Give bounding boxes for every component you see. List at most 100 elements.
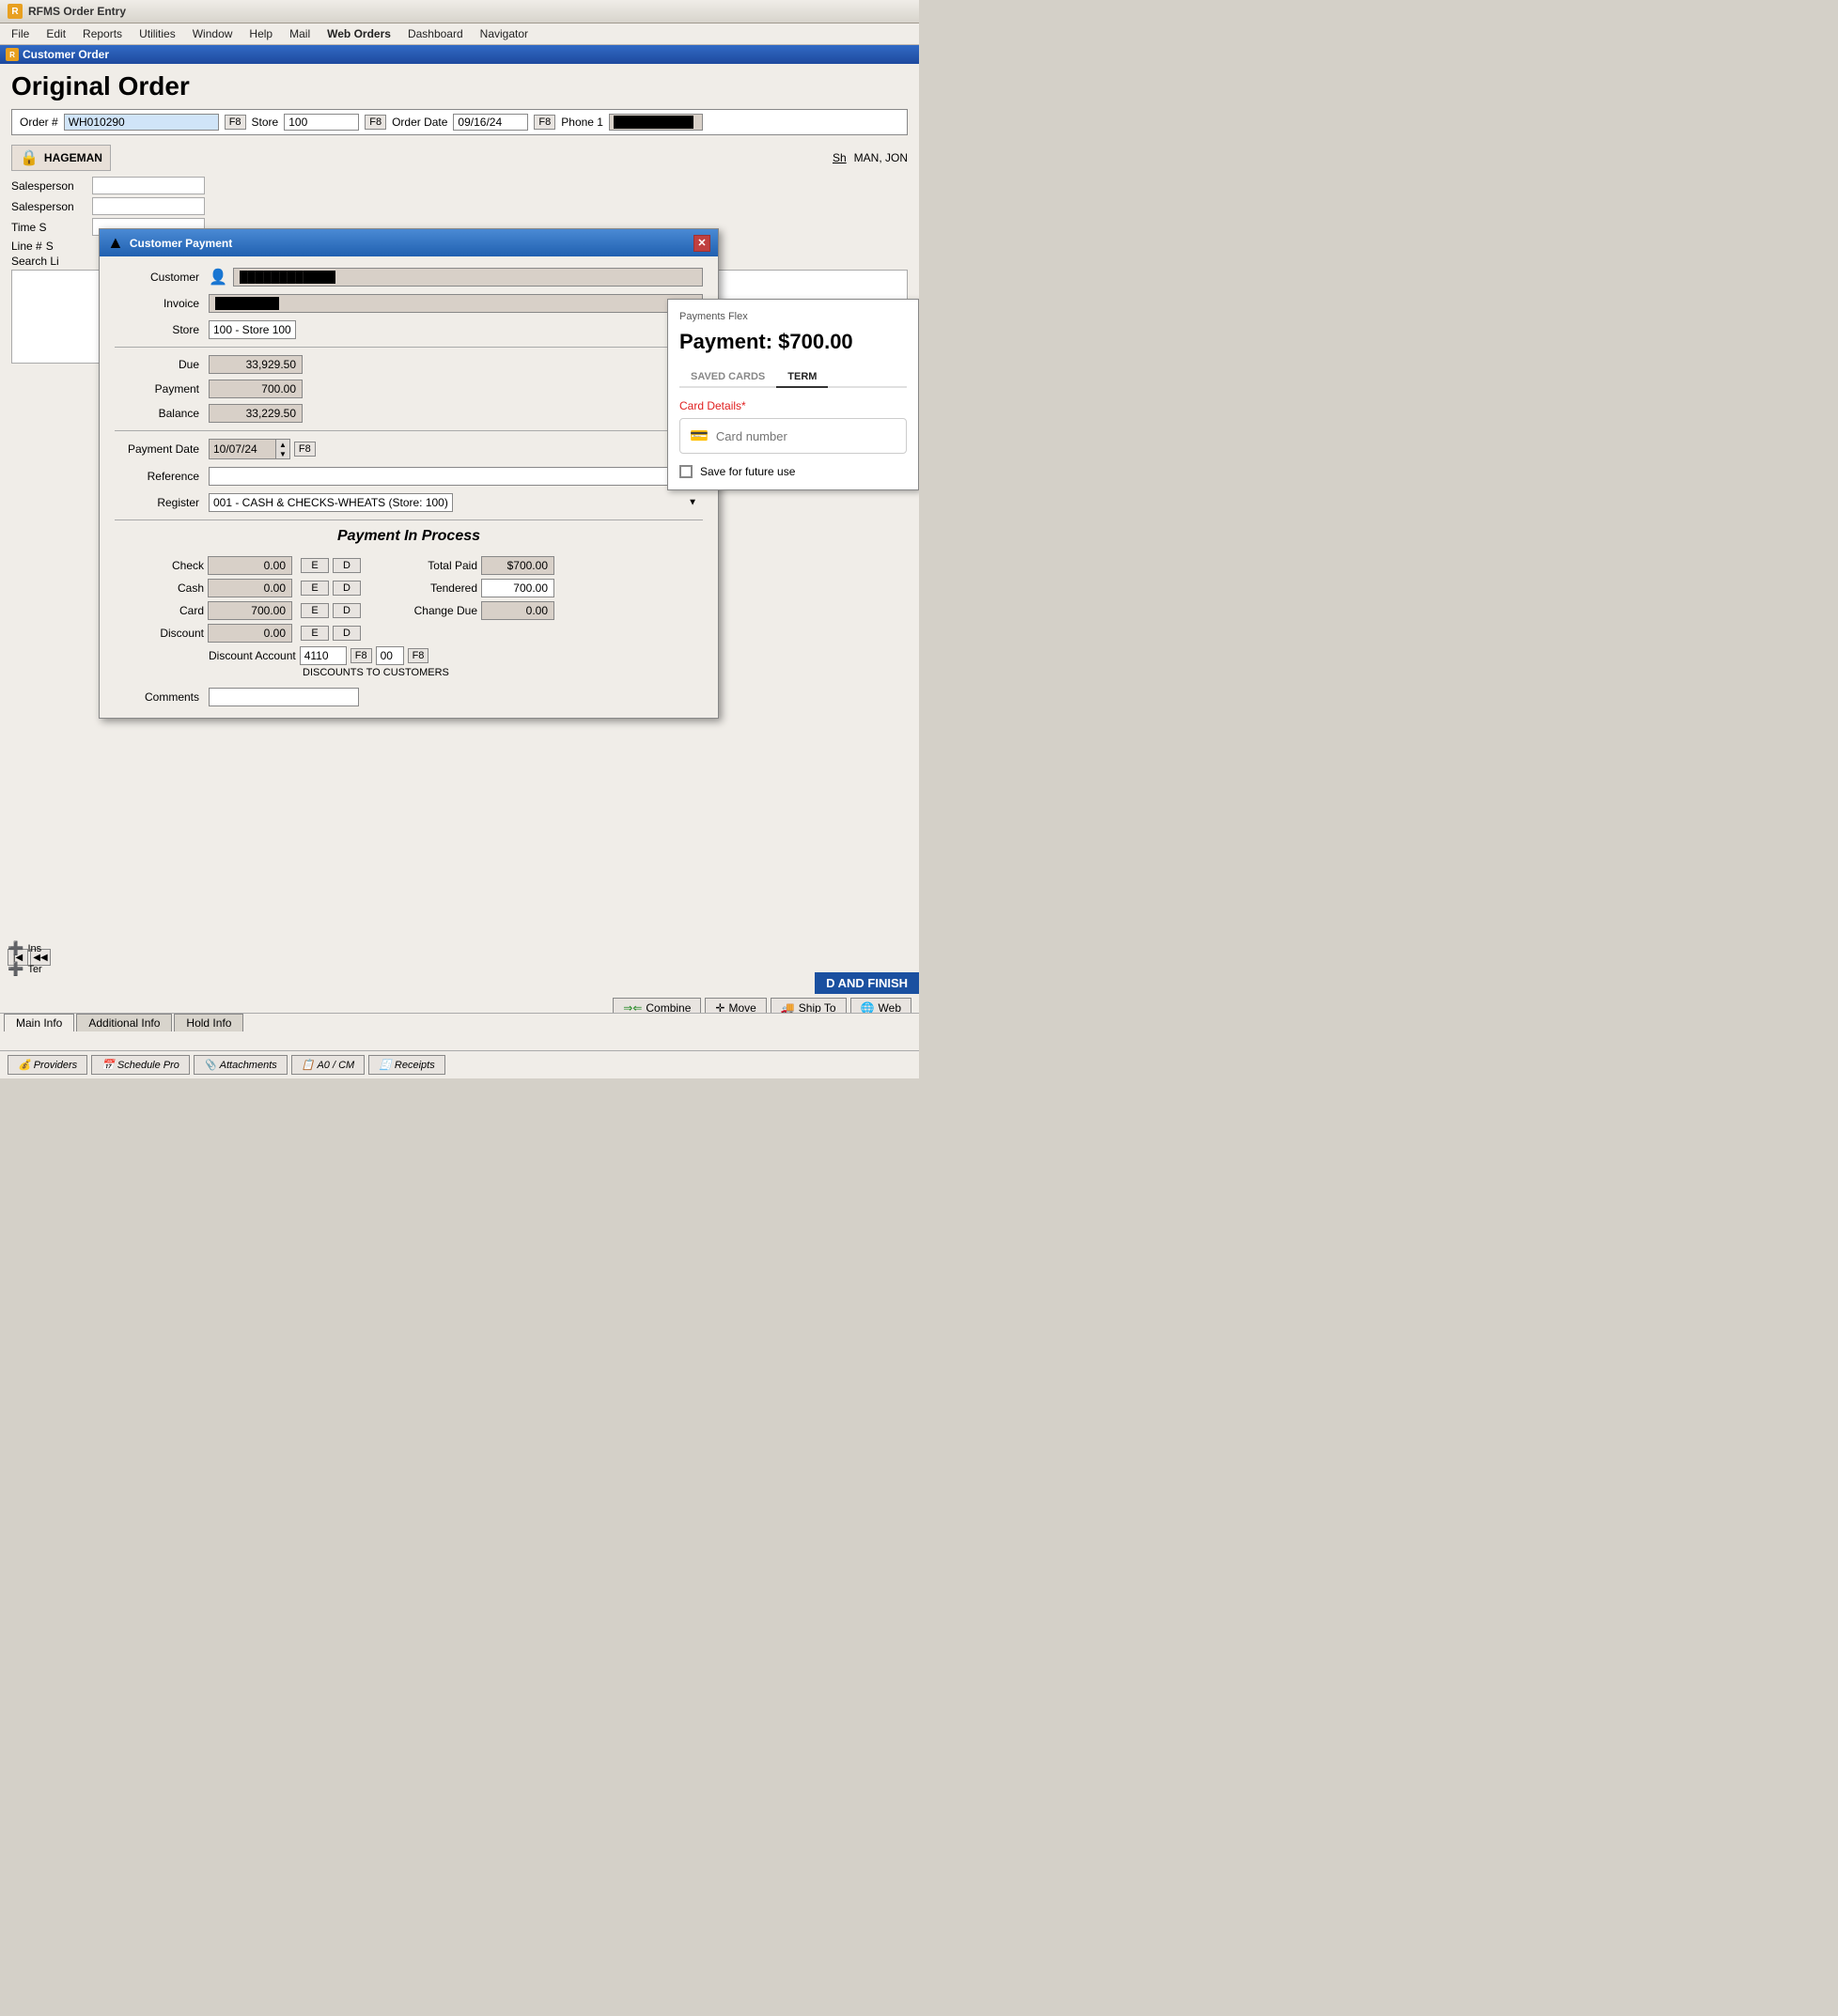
date-up-btn[interactable]: ▲	[276, 440, 289, 449]
store-field-row: Store 100 - Store 100	[115, 320, 703, 339]
store-input[interactable]	[284, 114, 359, 131]
discount-account-input[interactable]	[300, 646, 347, 665]
phone-input[interactable]	[609, 114, 703, 131]
card-input[interactable]	[208, 601, 292, 620]
invoice-field-input[interactable]	[209, 294, 703, 313]
discount-e-btn[interactable]: E	[301, 626, 329, 641]
date-down-btn[interactable]: ▼	[276, 449, 289, 458]
page-title: Original Order	[11, 71, 908, 101]
payment-date-input[interactable]	[210, 441, 275, 457]
payment-field[interactable]	[209, 380, 303, 398]
tab-additional-info[interactable]: Additional Info	[76, 1014, 172, 1031]
discount-account-f8b[interactable]: F8	[408, 648, 429, 663]
menu-window[interactable]: Window	[185, 25, 241, 42]
schedule-pro-button[interactable]: 📅 Schedule Pro	[91, 1055, 190, 1075]
card-e-btn[interactable]: E	[301, 603, 329, 618]
providers-label: Providers	[34, 1060, 77, 1071]
discount-account-f8[interactable]: F8	[350, 648, 372, 663]
co-titlebar: R Customer Order	[0, 45, 919, 64]
receipts-label: Receipts	[395, 1060, 435, 1071]
and-finish-text: D AND FINISH	[826, 976, 908, 990]
cash-input[interactable]	[208, 579, 292, 597]
payments-flex-panel: Payments Flex Payment: $700.00 SAVED CAR…	[667, 299, 919, 490]
menu-reports[interactable]: Reports	[75, 25, 130, 42]
register-row: Register 001 - CASH & CHECKS-WHEATS (Sto…	[115, 493, 703, 512]
a0cm-button[interactable]: 📋 A0 / CM	[291, 1055, 365, 1075]
comments-input[interactable]	[209, 688, 359, 706]
providers-button[interactable]: 💰 Providers	[8, 1055, 87, 1075]
menu-dashboard[interactable]: Dashboard	[400, 25, 471, 42]
reference-row: Reference	[115, 467, 703, 486]
balance-field-row: Balance	[115, 404, 703, 423]
dialog-title-icon: ▲	[107, 233, 124, 253]
order-bar: Order # F8 Store F8 Order Date F8 Phone …	[11, 109, 908, 135]
menu-web-orders[interactable]: Web Orders	[319, 25, 398, 42]
menu-help[interactable]: Help	[241, 25, 280, 42]
menu-file[interactable]: File	[4, 25, 37, 42]
save-checkbox[interactable]	[679, 465, 693, 478]
card-details-section: Card Details* 💳	[679, 399, 907, 454]
card-d-btn[interactable]: D	[333, 603, 361, 618]
bottom-bar: 💰 Providers 📅 Schedule Pro 📎 Attachments…	[0, 1050, 919, 1078]
customer-field-input[interactable]	[233, 268, 703, 287]
check-d-btn[interactable]: D	[333, 558, 361, 573]
order-date-input[interactable]	[453, 114, 528, 131]
menu-edit[interactable]: Edit	[39, 25, 73, 42]
tab-main-info[interactable]: Main Info	[4, 1014, 74, 1031]
total-paid-input[interactable]	[481, 556, 554, 575]
store-f8[interactable]: F8	[365, 115, 386, 130]
order-number-input[interactable]	[64, 114, 219, 131]
cash-d-btn[interactable]: D	[333, 581, 361, 596]
store-label: Store	[252, 116, 279, 129]
s-label: S	[46, 240, 54, 253]
attachments-label: Attachments	[220, 1060, 277, 1071]
discount-input[interactable]	[208, 624, 292, 643]
order-number-f8[interactable]: F8	[225, 115, 246, 130]
order-date-f8[interactable]: F8	[534, 115, 555, 130]
salesperson-input-2[interactable]	[92, 197, 205, 215]
menu-mail[interactable]: Mail	[282, 25, 318, 42]
line-num-label: Line #	[11, 240, 42, 253]
comments-row: Comments	[115, 688, 703, 706]
check-e-btn[interactable]: E	[301, 558, 329, 573]
discount-d-btn[interactable]: D	[333, 626, 361, 641]
card-number-input[interactable]	[716, 429, 896, 443]
balance-field[interactable]	[209, 404, 303, 423]
tendered-input[interactable]	[481, 579, 554, 597]
discount-account-00[interactable]	[376, 646, 404, 665]
check-label: Check	[115, 559, 204, 572]
payment-label: Payment	[115, 382, 209, 395]
flex-tab-term[interactable]: TERM	[776, 367, 828, 388]
receipts-button[interactable]: 🧾 Receipts	[368, 1055, 445, 1075]
check-input[interactable]	[208, 556, 292, 575]
store-field-select[interactable]: 100 - Store 100	[209, 320, 296, 339]
tab-hold-info[interactable]: Hold Info	[174, 1014, 243, 1031]
menu-utilities[interactable]: Utilities	[132, 25, 183, 42]
payment-date-row: Payment Date ▲ ▼ F8	[115, 439, 703, 459]
balance-label: Balance	[115, 407, 209, 420]
register-select[interactable]: 001 - CASH & CHECKS-WHEATS (Store: 100)	[209, 493, 453, 512]
save-label: Save for future use	[700, 465, 795, 478]
dialog-close-button[interactable]: ✕	[693, 235, 710, 252]
attachments-button[interactable]: 📎 Attachments	[194, 1055, 288, 1075]
change-due-input[interactable]	[481, 601, 554, 620]
co-icon: R	[6, 48, 19, 61]
customer-row: 🔒 HAGEMAN	[11, 145, 111, 171]
schedule-icon: 📅	[101, 1059, 115, 1071]
attachments-icon: 📎	[204, 1059, 217, 1071]
due-field-row: Due	[115, 355, 703, 374]
flex-tabs: SAVED CARDS TERM	[679, 367, 907, 388]
salesperson-input-1[interactable]	[92, 177, 205, 194]
flex-tab-saved-cards[interactable]: SAVED CARDS	[679, 367, 776, 388]
insert-button[interactable]: ➕ Ins	[8, 940, 41, 956]
reference-input[interactable]	[209, 467, 703, 486]
salesperson-label-2: Salesperson	[11, 200, 86, 213]
terminate-label: Ter	[27, 964, 41, 975]
tendered-label: Tendered	[365, 582, 477, 595]
payment-date-f8[interactable]: F8	[294, 442, 316, 457]
cash-e-btn[interactable]: E	[301, 581, 329, 596]
menu-navigator[interactable]: Navigator	[473, 25, 536, 42]
customer-name: HAGEMAN	[44, 151, 102, 164]
due-field[interactable]	[209, 355, 303, 374]
terminate-button[interactable]: ➕ Ter	[8, 961, 42, 977]
